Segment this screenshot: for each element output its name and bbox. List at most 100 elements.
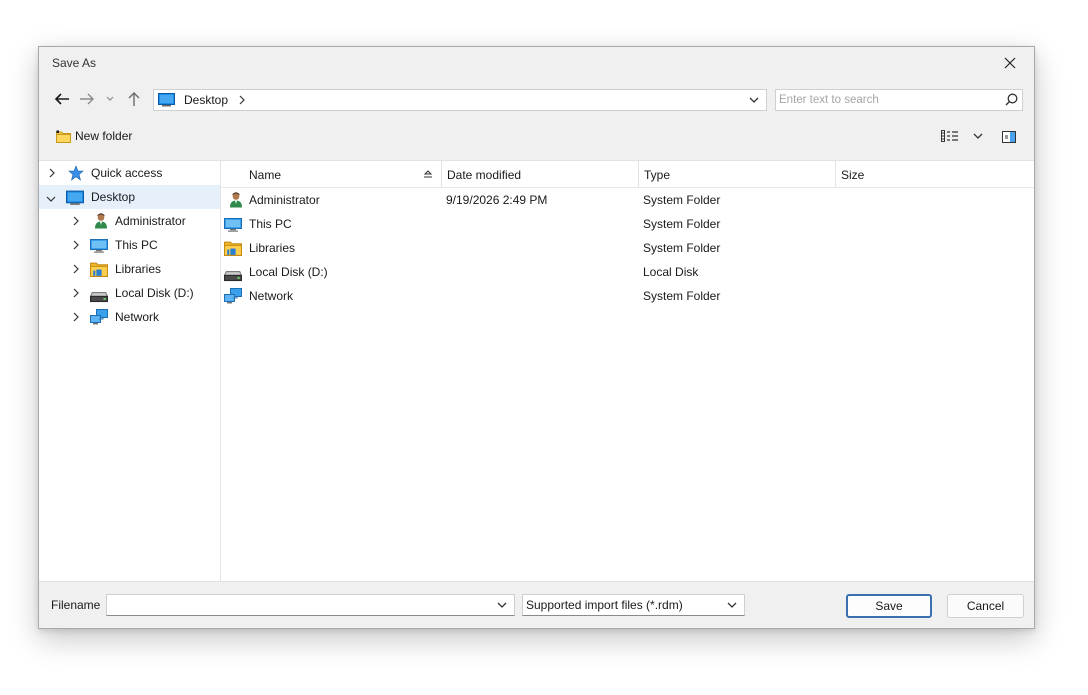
chevron-down-icon[interactable]	[749, 97, 759, 103]
drive-icon	[224, 270, 242, 282]
tree-item-desktop[interactable]: Desktop	[39, 185, 220, 209]
network-icon	[90, 309, 108, 325]
tree-item-label: Libraries	[115, 262, 162, 276]
content-area: Quick access Desktop Administrator This …	[39, 160, 1034, 582]
save-as-dialog: Save As Desktop Enter text to search New…	[38, 46, 1035, 629]
file-name: Libraries	[249, 241, 296, 255]
view-options-button[interactable]	[941, 129, 959, 143]
tree-item-local-disk[interactable]: Local Disk (D:)	[39, 281, 220, 305]
file-row-network[interactable]: Network System Folder	[221, 284, 1034, 308]
tree-item-label: Desktop	[91, 190, 136, 204]
column-header-type[interactable]: Type	[639, 161, 836, 187]
address-bar[interactable]: Desktop	[153, 89, 767, 111]
column-header-label: Type	[644, 168, 671, 182]
close-icon	[1004, 57, 1016, 69]
column-header-size[interactable]: Size	[836, 161, 1034, 187]
file-type: System Folder	[643, 217, 721, 231]
tree-item-this-pc[interactable]: This PC	[39, 233, 220, 257]
arrow-right-icon	[80, 93, 94, 105]
tree-item-libraries[interactable]: Libraries	[39, 257, 220, 281]
breadcrumb-chevron-icon[interactable]	[239, 95, 245, 105]
user-icon	[95, 213, 107, 229]
chevron-right-icon[interactable]	[71, 264, 81, 274]
filename-combobox[interactable]	[106, 594, 515, 616]
chevron-right-icon[interactable]	[47, 168, 57, 178]
file-type: Local Disk	[643, 265, 699, 279]
user-icon	[230, 192, 242, 208]
filetype-select[interactable]: Supported import files (*.rdm)	[522, 594, 745, 616]
chevron-down-icon[interactable]	[727, 602, 737, 608]
file-name: Local Disk (D:)	[249, 265, 328, 279]
filename-input[interactable]	[107, 595, 495, 615]
file-row-this-pc[interactable]: This PC System Folder	[221, 212, 1034, 236]
new-folder-button[interactable]: New folder	[56, 128, 132, 144]
libraries-icon	[224, 241, 242, 256]
close-button[interactable]	[990, 51, 1030, 75]
address-location[interactable]: Desktop	[184, 93, 228, 107]
chevron-right-icon[interactable]	[71, 240, 81, 250]
file-type: System Folder	[643, 289, 721, 303]
back-button[interactable]	[51, 87, 73, 111]
navigation-pane: Quick access Desktop Administrator This …	[39, 161, 221, 581]
computer-icon	[90, 239, 108, 253]
file-row-libraries[interactable]: Libraries System Folder	[221, 236, 1034, 260]
quick-access-icon	[68, 165, 84, 181]
cancel-button[interactable]: Cancel	[947, 594, 1024, 618]
tree-item-administrator[interactable]: Administrator	[39, 209, 220, 233]
file-name: This PC	[249, 217, 292, 231]
column-header-label: Size	[841, 168, 865, 182]
chevron-down-icon[interactable]	[497, 602, 507, 608]
arrow-left-icon	[54, 93, 69, 105]
chevron-right-icon[interactable]	[71, 216, 81, 226]
filename-label: Filename	[51, 598, 101, 612]
search-input[interactable]	[775, 89, 1023, 111]
libraries-icon	[90, 262, 108, 277]
column-header-date-modified[interactable]: Date modified	[442, 161, 639, 187]
tree-item-label: Quick access	[91, 166, 163, 180]
drive-icon	[90, 291, 108, 303]
filetype-selected: Supported import files (*.rdm)	[526, 598, 683, 612]
search-icon[interactable]	[1005, 93, 1018, 106]
footer-bar: Filename Supported import files (*.rdm) …	[39, 581, 1034, 629]
chevron-right-icon[interactable]	[71, 288, 81, 298]
file-row-administrator[interactable]: Administrator 9/19/2026 2:49 PM System F…	[221, 188, 1034, 212]
new-folder-label: New folder	[75, 129, 133, 143]
view-dropdown-button[interactable]	[973, 132, 983, 140]
preview-pane-button[interactable]	[1002, 130, 1016, 143]
file-name: Administrator	[249, 193, 320, 207]
tree-item-label: This PC	[115, 238, 158, 252]
tree-item-label: Administrator	[115, 214, 186, 228]
column-header-name[interactable]: Name	[221, 161, 442, 187]
window-title: Save As	[52, 56, 97, 70]
sort-ascending-icon	[423, 170, 433, 178]
tree-item-quick-access[interactable]: Quick access	[39, 161, 220, 185]
file-list: Name Date modified Type Size Administrat…	[221, 161, 1034, 581]
details-view-icon	[941, 130, 958, 142]
file-type: System Folder	[643, 241, 721, 255]
chevron-right-icon[interactable]	[71, 312, 81, 322]
up-button[interactable]	[123, 87, 145, 111]
forward-button[interactable]	[76, 87, 98, 111]
tree-item-label: Network	[115, 310, 160, 324]
preview-pane-icon	[1002, 130, 1016, 143]
file-name: Network	[249, 289, 294, 303]
file-date: 9/19/2026 2:49 PM	[446, 193, 548, 207]
desktop-icon	[66, 190, 84, 205]
recent-locations-button[interactable]	[102, 87, 118, 111]
computer-icon	[224, 218, 242, 232]
chevron-down-icon[interactable]	[46, 194, 56, 204]
file-type: System Folder	[643, 193, 721, 207]
arrow-up-icon	[128, 92, 140, 106]
save-button[interactable]: Save	[846, 594, 932, 618]
network-icon	[224, 288, 242, 304]
column-header-label: Name	[249, 168, 282, 182]
chevron-down-small-icon	[106, 96, 114, 101]
file-row-local-disk[interactable]: Local Disk (D:) Local Disk	[221, 260, 1034, 284]
tree-item-network[interactable]: Network	[39, 305, 220, 329]
title-bar: Save As	[39, 47, 1034, 77]
desktop-icon	[158, 93, 175, 107]
chevron-down-icon	[973, 133, 983, 139]
tree-item-label: Local Disk (D:)	[115, 286, 194, 300]
new-folder-icon	[56, 130, 71, 143]
column-header-label: Date modified	[447, 168, 522, 182]
